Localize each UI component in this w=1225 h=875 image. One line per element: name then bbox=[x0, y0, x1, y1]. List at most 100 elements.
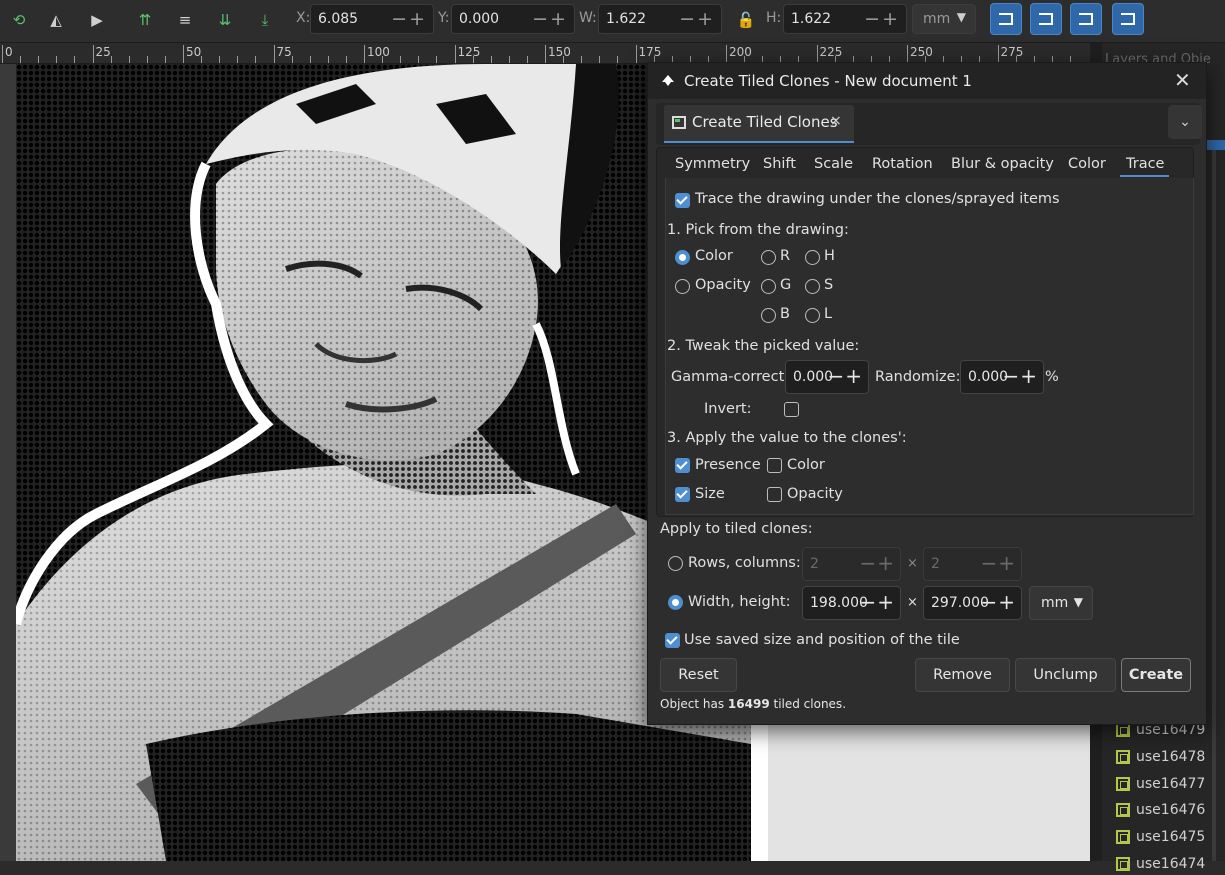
object-row[interactable]: use16474 bbox=[1116, 853, 1205, 875]
raise-icon[interactable]: ≡ bbox=[174, 9, 196, 31]
tab-create-tiled-clones[interactable]: Create Tiled Clones × bbox=[664, 105, 854, 143]
size-checkbox[interactable] bbox=[675, 487, 690, 502]
tab-color[interactable]: Color bbox=[1068, 156, 1106, 172]
dialog-titlebar[interactable]: Create Tiled Clones - New document 1 ✕ bbox=[648, 63, 1206, 99]
transform-gradients-button[interactable] bbox=[1070, 3, 1102, 35]
pick-g-radio[interactable] bbox=[761, 279, 776, 294]
stepper-icon[interactable]: −+ bbox=[827, 364, 863, 388]
pick-b-radio[interactable] bbox=[761, 308, 776, 323]
gamma-label: Gamma-correct: bbox=[671, 369, 790, 385]
stepper-icon[interactable]: −+ bbox=[859, 551, 895, 575]
tab-symmetry[interactable]: Symmetry bbox=[675, 156, 750, 172]
apply-opacity-checkbox[interactable] bbox=[767, 487, 782, 502]
object-label: use16477 bbox=[1136, 776, 1206, 792]
stepper-icon[interactable]: −+ bbox=[1002, 364, 1038, 388]
ruler-tick bbox=[907, 45, 908, 63]
halftone-portrait-image[interactable] bbox=[16, 64, 751, 861]
stepper-icon[interactable]: −+ bbox=[980, 590, 1016, 614]
pick-opacity-radio[interactable] bbox=[675, 279, 690, 294]
tab-rotation[interactable]: Rotation bbox=[872, 156, 933, 172]
object-row[interactable]: use16476 bbox=[1116, 799, 1205, 821]
stepper-icon[interactable]: −+ bbox=[980, 551, 1016, 575]
chevron-down-icon[interactable]: ⌄ bbox=[1168, 105, 1202, 139]
ruler-minor-tick bbox=[418, 56, 420, 63]
lower-icon[interactable]: ⇊ bbox=[214, 9, 236, 31]
width-height-radio[interactable] bbox=[668, 595, 683, 610]
pick-r-radio[interactable] bbox=[761, 250, 776, 265]
flip-vertical-icon[interactable]: ▶ bbox=[86, 9, 108, 31]
unit-select[interactable]: mm ▼ bbox=[912, 4, 976, 34]
scale-stroke-button[interactable] bbox=[990, 3, 1022, 35]
horizontal-ruler[interactable]: 0 25 50 75 100 125 150 175 200 225 250 275 bbox=[0, 43, 1090, 64]
lock-icon[interactable]: 🔓 bbox=[735, 9, 757, 31]
ruler-minor-tick bbox=[508, 56, 510, 63]
ruler-minor-tick bbox=[563, 56, 565, 63]
apply-tiled-heading: Apply to tiled clones: bbox=[660, 521, 813, 537]
tile-height-field[interactable]: 297.0000 −+ bbox=[923, 586, 1022, 620]
pick-color-radio[interactable] bbox=[675, 250, 690, 265]
transform-patterns-button[interactable] bbox=[1112, 3, 1144, 35]
unclump-button[interactable]: Unclump bbox=[1015, 658, 1116, 692]
stepper-icon[interactable]: −+ bbox=[532, 8, 568, 30]
raise-to-top-icon[interactable]: ⇈ bbox=[134, 9, 156, 31]
pick-l-radio[interactable] bbox=[805, 308, 820, 323]
ruler-tick bbox=[816, 45, 818, 63]
flip-horizontal-icon[interactable]: ◭ bbox=[45, 9, 67, 31]
tile-unit-select[interactable]: mm ▼ bbox=[1029, 586, 1093, 620]
x-field[interactable]: 6.085 −+ bbox=[310, 4, 434, 34]
trace-drawing-checkbox[interactable] bbox=[675, 193, 690, 208]
ruler-label: 225 bbox=[819, 45, 843, 59]
rotate-90-ccw-icon[interactable]: ⟲ bbox=[8, 9, 30, 31]
stepper-icon[interactable]: −+ bbox=[391, 8, 427, 30]
ruler-tick bbox=[364, 45, 365, 63]
apply-color-label: Color bbox=[787, 457, 825, 473]
tab-trace[interactable]: Trace bbox=[1126, 156, 1164, 172]
tile-width-field[interactable]: 198.0000 −+ bbox=[802, 586, 901, 620]
randomize-field[interactable]: 0.000 −+ bbox=[960, 360, 1044, 394]
columns-field[interactable]: 2 −+ bbox=[923, 547, 1022, 581]
ruler-minor-tick bbox=[110, 56, 112, 63]
rows-columns-radio[interactable] bbox=[668, 556, 683, 571]
panel-scrollbar[interactable] bbox=[1212, 150, 1216, 861]
ruler-minor-tick bbox=[472, 56, 474, 63]
reset-button[interactable]: Reset bbox=[660, 658, 737, 692]
tab-scale[interactable]: Scale bbox=[814, 156, 853, 172]
object-row[interactable]: use16477 bbox=[1116, 773, 1205, 795]
presence-checkbox[interactable] bbox=[675, 458, 690, 473]
randomize-label: Randomize: bbox=[875, 369, 961, 385]
gamma-field[interactable]: 0.000 −+ bbox=[785, 360, 869, 394]
y-field[interactable]: 0.000 −+ bbox=[451, 4, 575, 34]
tab-shift[interactable]: Shift bbox=[763, 156, 796, 172]
create-button[interactable]: Create bbox=[1121, 658, 1191, 692]
apply-color-checkbox[interactable] bbox=[767, 458, 782, 473]
width-height-label: Width, height: bbox=[688, 594, 791, 610]
pick-h-radio[interactable] bbox=[805, 250, 820, 265]
ruler-minor-tick bbox=[201, 56, 203, 63]
object-row[interactable]: use16475 bbox=[1116, 826, 1205, 848]
invert-checkbox[interactable] bbox=[784, 402, 799, 417]
rows-field[interactable]: 2 −+ bbox=[802, 547, 901, 581]
pick-color-label: Color bbox=[695, 248, 733, 264]
clone-count: 16499 bbox=[727, 697, 770, 711]
scale-corners-button[interactable] bbox=[1030, 3, 1062, 35]
close-icon[interactable]: ✕ bbox=[1174, 68, 1191, 92]
object-row[interactable]: use16478 bbox=[1116, 746, 1205, 768]
stepper-icon[interactable]: −+ bbox=[679, 8, 715, 30]
ruler-minor-tick bbox=[490, 56, 492, 63]
lower-to-bottom-icon[interactable]: ⤓ bbox=[254, 9, 276, 31]
remove-button[interactable]: Remove bbox=[915, 658, 1010, 692]
tiled-clones-icon bbox=[672, 116, 686, 129]
ruler-label: 150 bbox=[548, 45, 571, 59]
ruler-minor-tick bbox=[38, 56, 40, 63]
ruler-tick bbox=[997, 45, 999, 63]
pick-s-radio[interactable] bbox=[805, 279, 820, 294]
clone-object-icon bbox=[1116, 830, 1130, 844]
tab-close-icon[interactable]: × bbox=[830, 113, 842, 129]
width-field[interactable]: 1.622 −+ bbox=[598, 4, 722, 34]
stepper-icon[interactable]: −+ bbox=[859, 590, 895, 614]
pick-g-label: G bbox=[780, 277, 792, 293]
height-field[interactable]: 1.622 −+ bbox=[783, 4, 907, 34]
use-saved-checkbox[interactable] bbox=[665, 633, 680, 648]
stepper-icon[interactable]: −+ bbox=[864, 8, 900, 30]
tab-blur-opacity[interactable]: Blur & opacity bbox=[951, 156, 1054, 172]
